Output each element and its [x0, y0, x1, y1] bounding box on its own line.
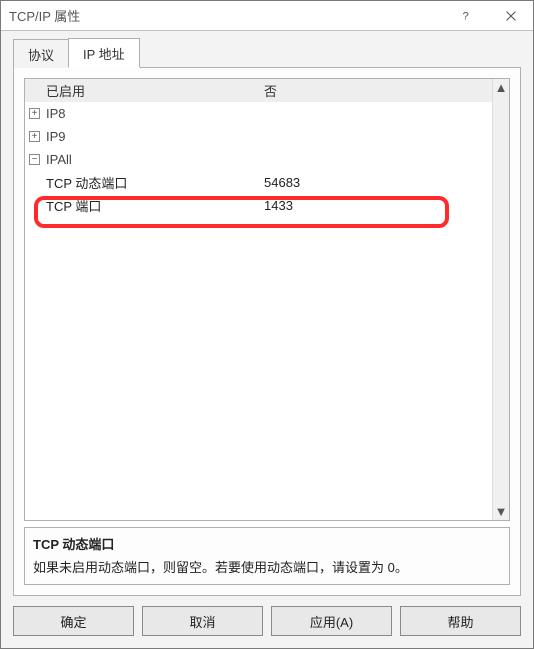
scroll-down-button[interactable]: ▼: [493, 503, 510, 520]
tab-ip-address[interactable]: IP 地址: [68, 38, 140, 68]
enabled-label: 已启用: [46, 81, 264, 100]
help-button-2[interactable]: 帮助: [400, 606, 521, 636]
ipall-label: IPAll: [46, 152, 264, 167]
dialog-window: TCP/IP 属性 ? 协议 IP 地址 已启用 否 +: [0, 0, 534, 649]
close-button[interactable]: [488, 1, 533, 30]
tab-ip-label: IP 地址: [83, 47, 125, 62]
vertical-scrollbar[interactable]: ▲ ▼: [492, 79, 509, 520]
row-tcp-dynamic-port[interactable]: TCP 动态端口 54683: [25, 171, 492, 194]
enabled-value: 否: [264, 81, 492, 100]
ok-button[interactable]: 确定: [13, 606, 134, 636]
dialog-button-row: 确定 取消 应用(A) 帮助: [13, 596, 521, 636]
ip8-label: IP8: [46, 106, 264, 121]
tab-strip: 协议 IP 地址: [13, 39, 521, 67]
row-ip8[interactable]: + IP8: [25, 102, 492, 125]
close-icon: [504, 9, 518, 23]
cancel-label: 取消: [189, 612, 215, 631]
apply-button[interactable]: 应用(A): [271, 606, 392, 636]
row-enabled[interactable]: 已启用 否: [25, 79, 492, 102]
expand-icon[interactable]: +: [29, 131, 40, 142]
tab-pane: 已启用 否 + IP8 + IP9 − IPAll: [13, 67, 521, 596]
ok-label: 确定: [60, 612, 86, 631]
help-button[interactable]: ?: [443, 1, 488, 30]
row-ip9[interactable]: + IP9: [25, 125, 492, 148]
property-grid-container: 已启用 否 + IP8 + IP9 − IPAll: [24, 78, 510, 521]
dynport-label: TCP 动态端口: [46, 173, 264, 192]
ip9-label: IP9: [46, 129, 264, 144]
scroll-up-button[interactable]: ▲: [493, 79, 510, 96]
description-text: 如果未启用动态端口，则留空。若要使用动态端口，请设置为 0。: [33, 557, 501, 576]
row-tcp-port[interactable]: TCP 端口 1433: [25, 194, 492, 217]
port-value: 1433: [264, 198, 492, 213]
cancel-button[interactable]: 取消: [142, 606, 263, 636]
svg-text:?: ?: [462, 10, 468, 22]
port-label: TCP 端口: [46, 196, 264, 215]
title-bar: TCP/IP 属性 ?: [1, 1, 533, 31]
description-title: TCP 动态端口: [33, 534, 501, 553]
chevron-down-icon: ▼: [495, 504, 508, 519]
collapse-icon[interactable]: −: [29, 154, 40, 165]
tab-protocol-label: 协议: [28, 48, 54, 63]
dynport-value: 54683: [264, 175, 492, 190]
property-grid[interactable]: 已启用 否 + IP8 + IP9 − IPAll: [25, 79, 492, 520]
row-ipall[interactable]: − IPAll: [25, 148, 492, 171]
description-panel: TCP 动态端口 如果未启用动态端口，则留空。若要使用动态端口，请设置为 0。: [24, 527, 510, 585]
tab-protocol[interactable]: 协议: [13, 39, 69, 68]
help-label: 帮助: [447, 612, 473, 631]
chevron-up-icon: ▲: [495, 80, 508, 95]
question-icon: ?: [459, 9, 473, 23]
client-area: 协议 IP 地址 已启用 否 + IP8 +: [1, 31, 533, 648]
apply-label: 应用(A): [310, 612, 353, 631]
expand-icon[interactable]: +: [29, 108, 40, 119]
title-text: TCP/IP 属性: [9, 6, 443, 25]
